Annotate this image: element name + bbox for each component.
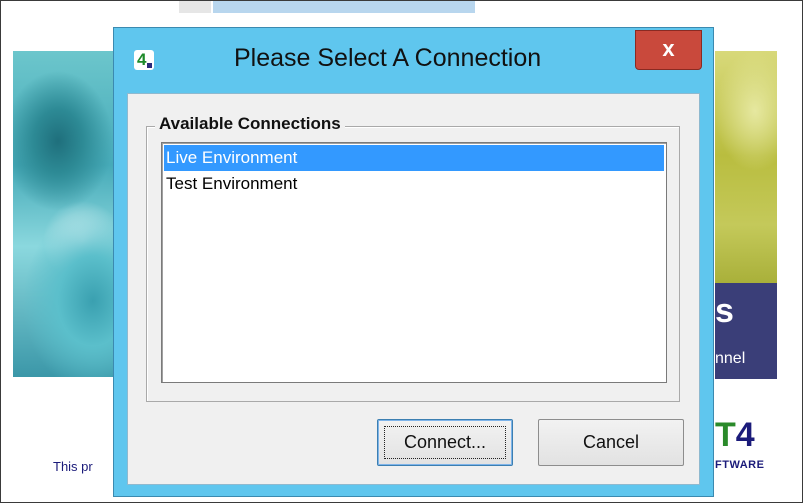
brand-logo-suffix: 4 [735, 416, 755, 454]
brand-logo-prefix: T [715, 416, 736, 454]
connect-button[interactable]: Connect... [377, 419, 513, 466]
splash-artwork-right [715, 51, 777, 283]
connection-dialog: 4 Please Select A Connection x Available… [113, 27, 714, 497]
dialog-title: Please Select A Connection [234, 44, 542, 72]
splash-footer-text: This pr [53, 459, 93, 474]
close-button[interactable]: x [635, 30, 702, 70]
dialog-body: Available Connections Live Environment T… [127, 93, 700, 485]
background-window-strip-blue [213, 1, 475, 13]
brand-logo: T4 [715, 415, 755, 455]
title-bar[interactable]: 4 Please Select A Connection x [114, 28, 713, 92]
cancel-button[interactable]: Cancel [538, 419, 684, 466]
splash-purple-panel: s nnel [715, 283, 777, 379]
list-item-live-environment[interactable]: Live Environment [164, 145, 664, 171]
close-icon: x [662, 36, 675, 61]
splash-panel-letter: s [715, 292, 734, 330]
brand-subtext: FTWARE [715, 459, 765, 471]
background-window-strip [179, 1, 211, 13]
connections-listbox[interactable]: Live Environment Test Environment [161, 142, 667, 383]
connect-button-label: Connect... [403, 432, 487, 452]
list-item-test-environment[interactable]: Test Environment [164, 171, 664, 197]
splash-panel-text: nnel [715, 350, 746, 367]
connections-group-label: Available Connections [155, 114, 345, 134]
splash-artwork-left [13, 51, 117, 377]
app-logo-icon: 4 [134, 50, 154, 70]
cancel-button-label: Cancel [582, 432, 640, 452]
